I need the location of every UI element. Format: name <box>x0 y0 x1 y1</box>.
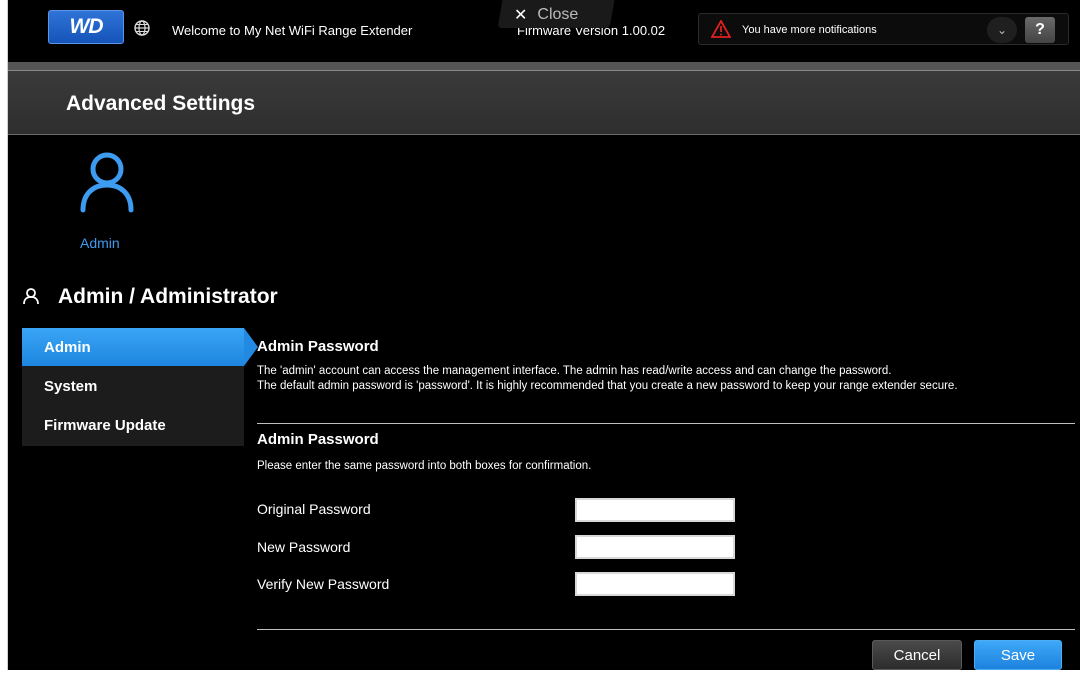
welcome-text: Welcome to My Net WiFi Range Extender <box>172 23 413 38</box>
original-password-input[interactable] <box>575 498 735 522</box>
user-icon <box>23 288 39 305</box>
divider <box>257 423 1075 424</box>
intro-line-2: The default admin password is 'password'… <box>257 380 958 392</box>
verify-password-input[interactable] <box>575 572 735 596</box>
chevron-down-icon[interactable]: ⌄ <box>987 17 1017 43</box>
form-description: Please enter the same password into both… <box>257 460 592 472</box>
cancel-button[interactable]: Cancel <box>872 640 962 670</box>
page-header: Advanced Settings <box>8 71 1080 135</box>
nav-item-label: Firmware Update <box>44 416 166 434</box>
warning-icon <box>711 20 731 38</box>
verify-password-label: Verify New Password <box>257 576 390 592</box>
help-button[interactable]: ? <box>1025 17 1055 43</box>
nav-item-label: System <box>44 377 98 395</box>
intro-heading: Admin Password <box>257 338 379 355</box>
notification-text: You have more notifications <box>742 24 877 36</box>
footer-strip <box>0 670 1080 677</box>
notification-bar[interactable]: You have more notifications ⌄ ? <box>698 13 1069 45</box>
close-icon: ✕ <box>514 7 528 24</box>
admin-user-icon[interactable] <box>78 150 136 214</box>
intro-line-1: The 'admin' account can access the manag… <box>257 365 892 377</box>
new-password-input[interactable] <box>575 535 735 559</box>
wd-logo: WD <box>48 10 124 44</box>
page-title: Advanced Settings <box>66 92 256 115</box>
section-title: Admin / Administrator <box>58 285 278 308</box>
globe-icon[interactable] <box>134 20 150 36</box>
close-label: Close <box>537 6 579 23</box>
nav-item-label: Admin <box>44 338 91 356</box>
divider <box>257 629 1075 630</box>
form-heading: Admin Password <box>257 431 379 448</box>
save-button[interactable]: Save <box>974 640 1062 670</box>
nav-item-system[interactable]: System <box>22 367 244 405</box>
window-left-edge <box>0 0 8 677</box>
side-nav: Admin System Firmware Update <box>22 328 258 446</box>
category-admin-label[interactable]: Admin <box>80 235 120 251</box>
nav-item-admin[interactable]: Admin <box>22 328 258 366</box>
close-button[interactable]: ✕ Close <box>514 5 578 25</box>
nav-item-firmware-update[interactable]: Firmware Update <box>22 406 244 444</box>
intro-description: The 'admin' account can access the manag… <box>257 364 1077 394</box>
original-password-label: Original Password <box>257 501 371 517</box>
app-window: WD Welcome to My Net WiFi Range Extender… <box>8 0 1080 677</box>
active-arrow <box>244 328 258 366</box>
new-password-label: New Password <box>257 539 351 555</box>
top-separator <box>8 62 1080 71</box>
